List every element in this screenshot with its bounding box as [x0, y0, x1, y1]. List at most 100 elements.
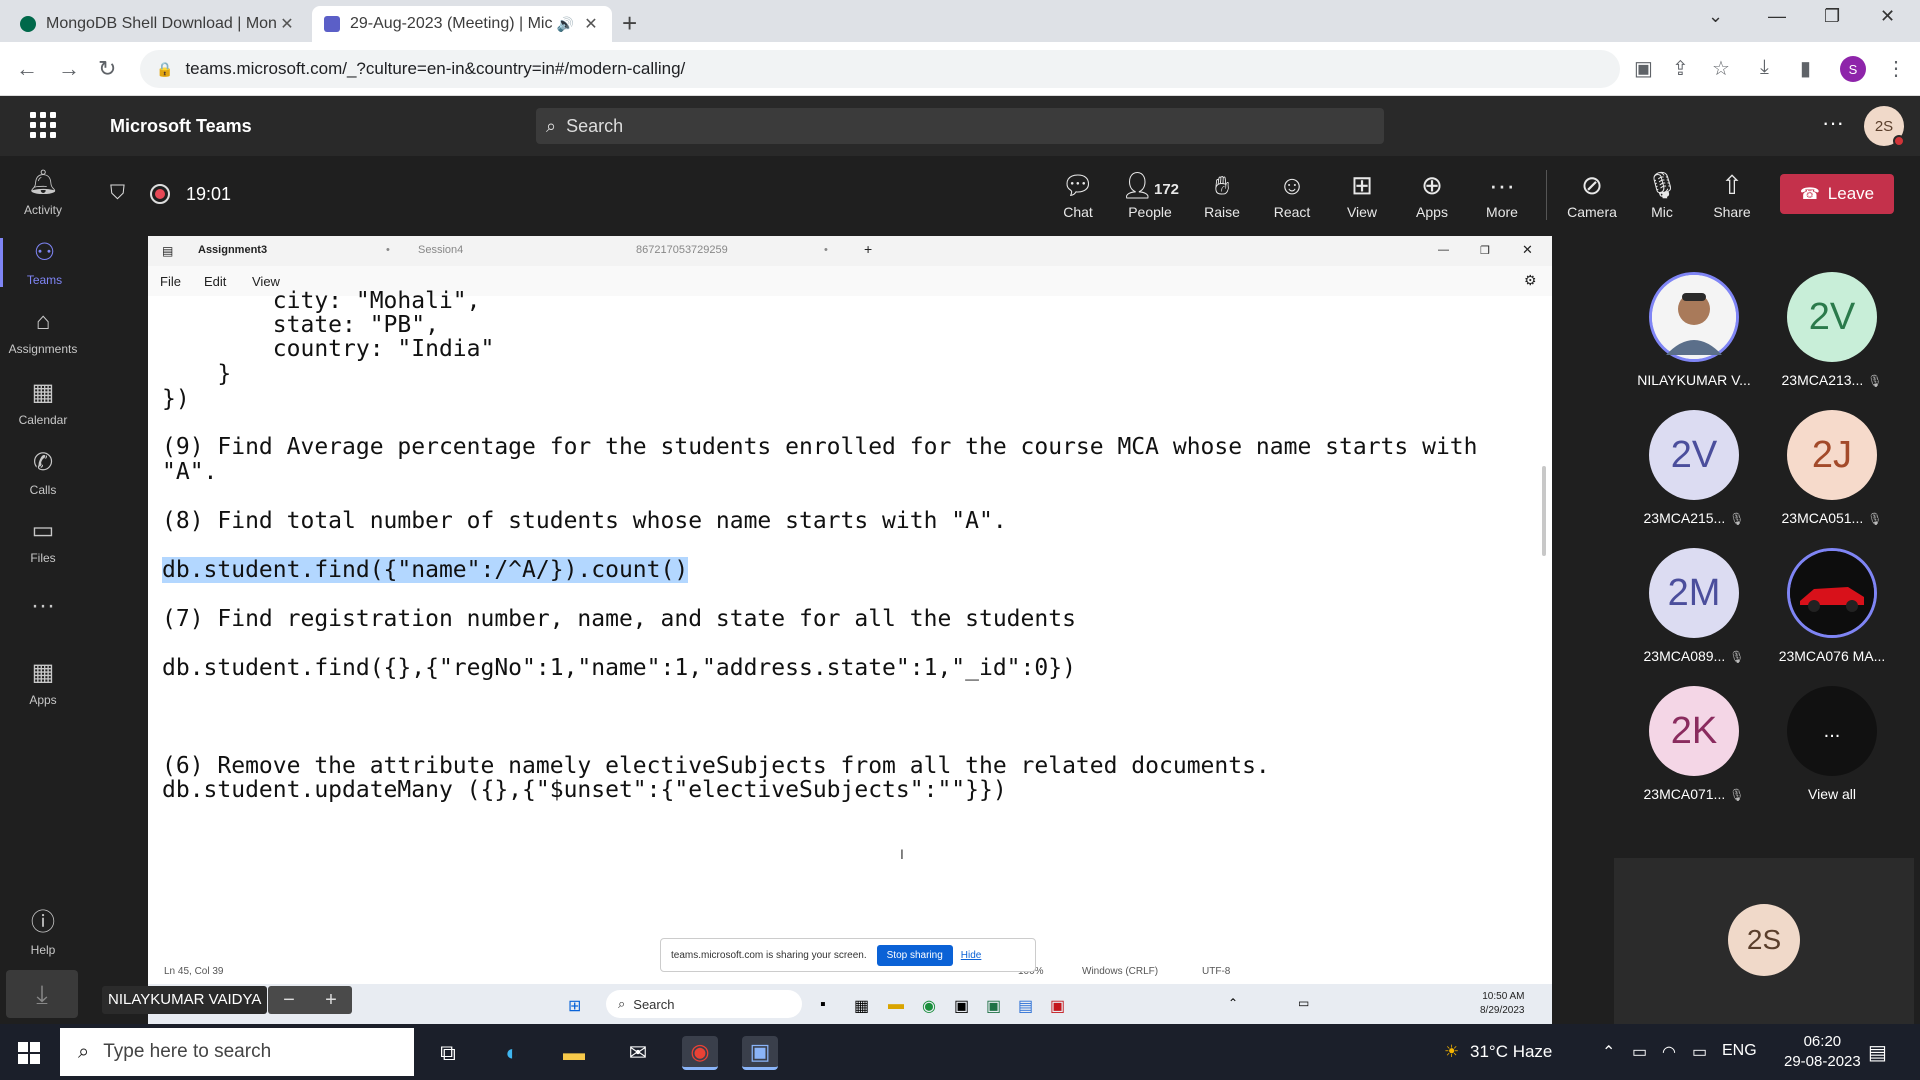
notepad-minimize-icon[interactable]: —: [1438, 244, 1449, 256]
notepad-tab[interactable]: 867217053729259: [636, 244, 728, 256]
meet-now-icon[interactable]: ▭: [1632, 1042, 1647, 1062]
rail-item-activity[interactable]: 🔔︎ Activity: [0, 168, 86, 217]
close-tab-icon[interactable]: ✕: [582, 14, 600, 34]
language-indicator[interactable]: ENG: [1722, 1042, 1757, 1060]
back-icon[interactable]: ←: [16, 56, 38, 82]
participant-tile[interactable]: 2V 23MCA215... 🎙︎: [1634, 410, 1754, 526]
people-button[interactable]: 👤︎172 People: [1118, 168, 1182, 220]
mail-icon[interactable]: ✉: [620, 1036, 656, 1070]
rail-item-files[interactable]: ▭ Files: [0, 516, 86, 565]
code-line: db.student.find({},{"regNo":1,"name":1,"…: [162, 655, 1076, 681]
camera-blocked-icon[interactable]: ▣: [1634, 56, 1653, 81]
view-all-participants-button[interactable]: ... View all: [1772, 686, 1892, 802]
participant-avatar: 2V: [1787, 272, 1877, 362]
download-app-icon[interactable]: ⤓: [6, 970, 78, 1018]
user-avatar[interactable]: 2S: [1864, 106, 1905, 147]
windows-search-box[interactable]: ⌕ Type here to search: [60, 1028, 414, 1076]
raise-hand-button[interactable]: ✋︎ Raise: [1190, 168, 1254, 220]
share-button[interactable]: ⇧ Share: [1700, 168, 1764, 220]
tab-search-chevron-icon[interactable]: ⌄: [1708, 6, 1723, 27]
windows-start-icon[interactable]: [18, 1042, 40, 1064]
browser-profile-avatar[interactable]: S: [1840, 56, 1866, 82]
tab-close-dot[interactable]: •: [386, 244, 390, 256]
participant-tile[interactable]: 2J 23MCA051... 🎙︎: [1772, 410, 1892, 526]
view-button[interactable]: ⊞ View: [1330, 168, 1394, 220]
zoom-out-icon[interactable]: −: [283, 989, 295, 1012]
battery-icon[interactable]: ▭: [1692, 1042, 1707, 1062]
side-panel-icon[interactable]: ▮: [1800, 56, 1811, 81]
menu-edit[interactable]: Edit: [204, 274, 226, 289]
browser-tab-mongodb[interactable]: MongoDB Shell Download | Mon ✕: [8, 6, 308, 42]
network-icon[interactable]: ◠: [1662, 1042, 1676, 1062]
notepad-close-icon[interactable]: ✕: [1522, 242, 1533, 258]
menu-view[interactable]: View: [252, 274, 280, 289]
more-label: More: [1486, 204, 1518, 220]
react-button[interactable]: ☺ React: [1260, 168, 1324, 220]
participant-tile[interactable]: 2V 23MCA213... 🎙︎: [1772, 272, 1892, 388]
speaker-icon[interactable]: 🔊: [557, 16, 574, 33]
rail-item-apps[interactable]: ▦ Apps: [0, 658, 86, 707]
share-page-icon[interactable]: ⇪: [1672, 56, 1689, 81]
notepad-settings-icon[interactable]: ⚙: [1524, 272, 1537, 289]
settings-more-icon[interactable]: ···: [1822, 110, 1844, 136]
share-zoom-control[interactable]: − +: [268, 986, 352, 1014]
bookmark-star-icon[interactable]: ☆: [1712, 56, 1730, 81]
notepad-maximize-icon[interactable]: ❐: [1480, 244, 1490, 257]
notepad-new-tab-icon[interactable]: +: [864, 241, 872, 257]
system-clock[interactable]: 06:20 29-08-2023: [1784, 1032, 1861, 1072]
rail-item-help[interactable]: ⓘ Help: [0, 902, 86, 957]
notepad-tab[interactable]: Session4: [418, 244, 463, 256]
notifications-icon[interactable]: ▤: [1868, 1040, 1887, 1065]
menu-file[interactable]: File: [160, 274, 181, 289]
download-icon[interactable]: ⤓: [1760, 56, 1769, 79]
camera-button[interactable]: ⊘ Camera: [1560, 168, 1624, 220]
browser-menu-icon[interactable]: ⋮: [1886, 56, 1906, 81]
leave-button[interactable]: ☎ Leave: [1780, 174, 1894, 214]
presenter-taskbar: ⊞ ⌕ Search ▪ ▦ ▬ ◉ ▣ ▣ ▤ ▣ ⌃ ▭ 10:50 AM …: [148, 984, 1552, 1024]
task-view-icon[interactable]: ⧉: [430, 1036, 466, 1070]
more-button[interactable]: ··· More: [1470, 168, 1534, 220]
notepad-editor[interactable]: city: "Mohali", state: "PB", country: "I…: [162, 288, 1542, 803]
close-window-icon[interactable]: ✕: [1880, 6, 1895, 27]
remote-desktop-icon[interactable]: ▣: [742, 1036, 778, 1070]
rail-item-calendar[interactable]: ▦ Calendar: [0, 378, 86, 427]
rail-more-apps[interactable]: ···: [0, 592, 86, 626]
lock-icon[interactable]: 🔒: [156, 61, 173, 78]
edge-icon[interactable]: ◐: [494, 1036, 530, 1070]
maximize-icon[interactable]: ❐: [1824, 6, 1840, 27]
hang-up-icon: ☎: [1799, 186, 1820, 203]
teams-search-input[interactable]: ⌕ Search: [536, 108, 1384, 144]
app-launcher-icon[interactable]: [30, 112, 56, 138]
mic-button[interactable]: 🎙︎ Mic: [1630, 168, 1694, 220]
participant-tile[interactable]: 2M 23MCA089... 🎙︎: [1634, 548, 1754, 664]
participant-tile[interactable]: 23MCA076 MA...: [1772, 548, 1892, 664]
chat-button[interactable]: 💬︎ Chat: [1046, 168, 1110, 220]
reload-icon[interactable]: ↻: [98, 56, 116, 82]
shared-screen[interactable]: ▤ Assignment3 • Session4 867217053729259…: [148, 236, 1552, 1024]
weather-text: 31°C Haze: [1469, 1042, 1553, 1061]
tab-close-dot[interactable]: •: [824, 244, 828, 256]
weather-widget[interactable]: ☀ 31°C Haze: [1444, 1042, 1552, 1062]
participant-tile[interactable]: NILAYKUMAR V...: [1634, 272, 1754, 388]
close-tab-icon[interactable]: ✕: [278, 14, 296, 34]
rail-item-assignments[interactable]: ⌂ Assignments: [0, 308, 86, 356]
clock-time: 06:20: [1803, 1033, 1842, 1050]
address-bar[interactable]: 🔒 teams.microsoft.com/_?culture=en-in&co…: [140, 50, 1620, 88]
apps-button[interactable]: ⊕ Apps: [1400, 168, 1464, 220]
tray-chevron-icon[interactable]: ⌃: [1602, 1042, 1615, 1062]
hide-banner-link[interactable]: Hide: [961, 950, 982, 961]
file-explorer-icon[interactable]: ▬: [556, 1036, 592, 1070]
rail-item-teams[interactable]: ⚇ Teams: [0, 238, 86, 287]
participant-tile[interactable]: 2K 23MCA071... 🎙︎: [1634, 686, 1754, 802]
zoom-in-icon[interactable]: +: [325, 989, 337, 1012]
chrome-icon[interactable]: ◉: [682, 1036, 718, 1070]
browser-tab-teams-meeting[interactable]: 29-Aug-2023 (Meeting) | Mic 🔊 ✕: [312, 6, 612, 42]
minimize-icon[interactable]: —: [1768, 6, 1786, 27]
rail-item-calls[interactable]: ✆ Calls: [0, 448, 86, 497]
new-tab-button[interactable]: +: [622, 8, 637, 39]
shield-icon[interactable]: ⛉: [110, 182, 125, 205]
stop-sharing-button[interactable]: Stop sharing: [876, 944, 953, 966]
notepad-scrollbar[interactable]: [1542, 466, 1546, 556]
forward-icon[interactable]: →: [58, 56, 80, 82]
notepad-tab[interactable]: Assignment3: [198, 244, 267, 256]
